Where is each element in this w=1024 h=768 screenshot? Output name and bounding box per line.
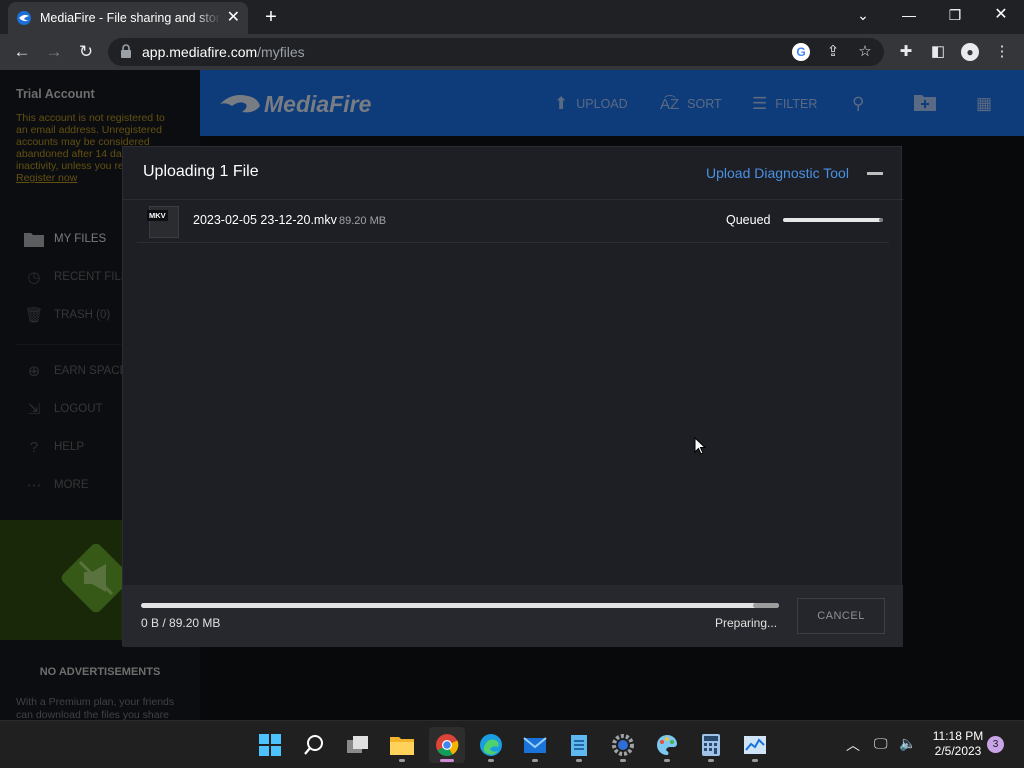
running-indicator (440, 759, 454, 762)
profile-icon[interactable]: ● (961, 43, 979, 61)
file-status: Queued (726, 213, 771, 227)
task-manager-button[interactable] (737, 727, 773, 763)
paint-button[interactable] (649, 727, 685, 763)
restore-window-icon[interactable]: ❐ (932, 0, 978, 30)
minimize-dialog-icon[interactable] (867, 172, 883, 175)
back-icon[interactable]: ← (11, 41, 33, 63)
upload-file-row: MKV 2023-02-05 23-12-20.mkv 89.20 MB Que… (137, 201, 889, 243)
reload-icon[interactable]: ↻ (75, 41, 97, 63)
running-indicator (532, 759, 538, 762)
chrome-button[interactable] (429, 727, 465, 763)
windows-logo-icon (259, 734, 281, 756)
file-explorer-icon (390, 737, 414, 755)
bytes-uploaded: 0 B / 89.20 MB (141, 616, 221, 630)
share-icon[interactable]: ⇪ (824, 43, 842, 61)
side-panel-icon[interactable]: ◧ (929, 43, 947, 61)
menu-kebab-icon[interactable]: ⋮ (993, 43, 1011, 61)
gear-icon (612, 734, 634, 756)
file-type-icon: MKV (147, 206, 179, 238)
url-text: app.mediafire.com/myfiles (142, 44, 305, 60)
dialog-title: Uploading 1 File (143, 163, 259, 180)
show-hidden-icons-chevron-icon[interactable]: ︿ (846, 735, 860, 755)
new-tab-button[interactable]: + (260, 6, 282, 28)
total-progress-bar (141, 603, 779, 608)
running-indicator (752, 759, 758, 762)
dialog-footer: 0 B / 89.20 MB Preparing... CANCEL (123, 585, 903, 647)
tab-close-icon[interactable]: ✕ (227, 10, 240, 26)
upload-state: Preparing... (715, 616, 778, 630)
taskbar-search-button[interactable] (296, 727, 332, 763)
mail-button[interactable] (517, 727, 553, 763)
file-progress-fill (879, 218, 883, 222)
url-host: app.mediafire.com (142, 44, 258, 60)
file-type-tag: MKV (147, 210, 168, 221)
google-icon[interactable]: G (792, 43, 810, 61)
url-path: /myfiles (257, 44, 305, 60)
tab-search-icon[interactable]: ⌄ (840, 0, 886, 30)
file-size: 89.20 MB (339, 215, 387, 227)
paint-palette-icon (657, 735, 677, 755)
dialog-divider (123, 199, 903, 200)
chrome-icon (436, 734, 459, 756)
taskbar-clock[interactable]: 11:18 PM 2/5/2023 (926, 729, 990, 759)
upload-diagnostic-tool-link[interactable]: Upload Diagnostic Tool (706, 165, 849, 181)
bookmark-star-icon[interactable]: ☆ (856, 43, 874, 61)
mediafire-favicon-icon (17, 11, 31, 25)
cancel-button[interactable]: CANCEL (797, 598, 885, 634)
edge-icon (480, 734, 502, 756)
forward-icon[interactable]: → (43, 41, 65, 63)
mouse-cursor-icon (694, 437, 706, 455)
tab-title: MediaFire - File sharing and storage (40, 11, 221, 25)
running-indicator (576, 759, 582, 762)
notepad-icon (571, 735, 587, 756)
running-indicator (664, 759, 670, 762)
running-indicator (399, 759, 405, 762)
file-explorer-button[interactable] (384, 727, 420, 763)
clock-time: 11:18 PM (932, 729, 984, 743)
close-window-icon[interactable]: ✕ (978, 0, 1024, 30)
task-view-button[interactable] (340, 727, 376, 763)
task-view-icon (347, 736, 368, 753)
running-indicator (620, 759, 626, 762)
browser-toolbar: ← → ↻ app.mediafire.com/myfiles G ⇪ ☆ ✚ … (0, 34, 1024, 70)
edge-button[interactable] (473, 727, 509, 763)
file-progress-bar (783, 218, 883, 222)
calculator-button[interactable] (693, 727, 729, 763)
file-name: 2023-02-05 23-12-20.mkv (193, 213, 337, 227)
volume-icon[interactable]: 🔈 (899, 735, 916, 752)
address-bar[interactable]: app.mediafire.com/myfiles G ⇪ ☆ (108, 38, 884, 66)
minimize-window-icon[interactable]: — (886, 0, 932, 30)
notepad-button[interactable] (561, 727, 597, 763)
search-icon (304, 735, 323, 755)
task-manager-icon (744, 736, 766, 754)
clock-date: 2/5/2023 (934, 744, 982, 758)
mail-icon (523, 737, 547, 753)
running-indicator (488, 759, 494, 762)
browser-tab[interactable]: MediaFire - File sharing and storage ✕ (8, 2, 248, 34)
settings-button[interactable] (605, 727, 641, 763)
windows-taskbar: ︿ 🖵 🔈 11:18 PM 2/5/2023 3 (0, 720, 1024, 768)
calculator-icon (702, 734, 720, 756)
upload-dialog: Uploading 1 File Upload Diagnostic Tool … (122, 146, 903, 647)
total-progress-fill (753, 603, 779, 608)
running-indicator (708, 759, 714, 762)
browser-tab-strip: MediaFire - File sharing and storage ✕ +… (0, 0, 1024, 34)
notification-badge[interactable]: 3 (987, 736, 1004, 753)
extensions-icon[interactable]: ✚ (897, 43, 915, 61)
lock-icon (121, 44, 131, 58)
network-icon[interactable]: 🖵 (874, 735, 888, 752)
start-button[interactable] (252, 727, 288, 763)
